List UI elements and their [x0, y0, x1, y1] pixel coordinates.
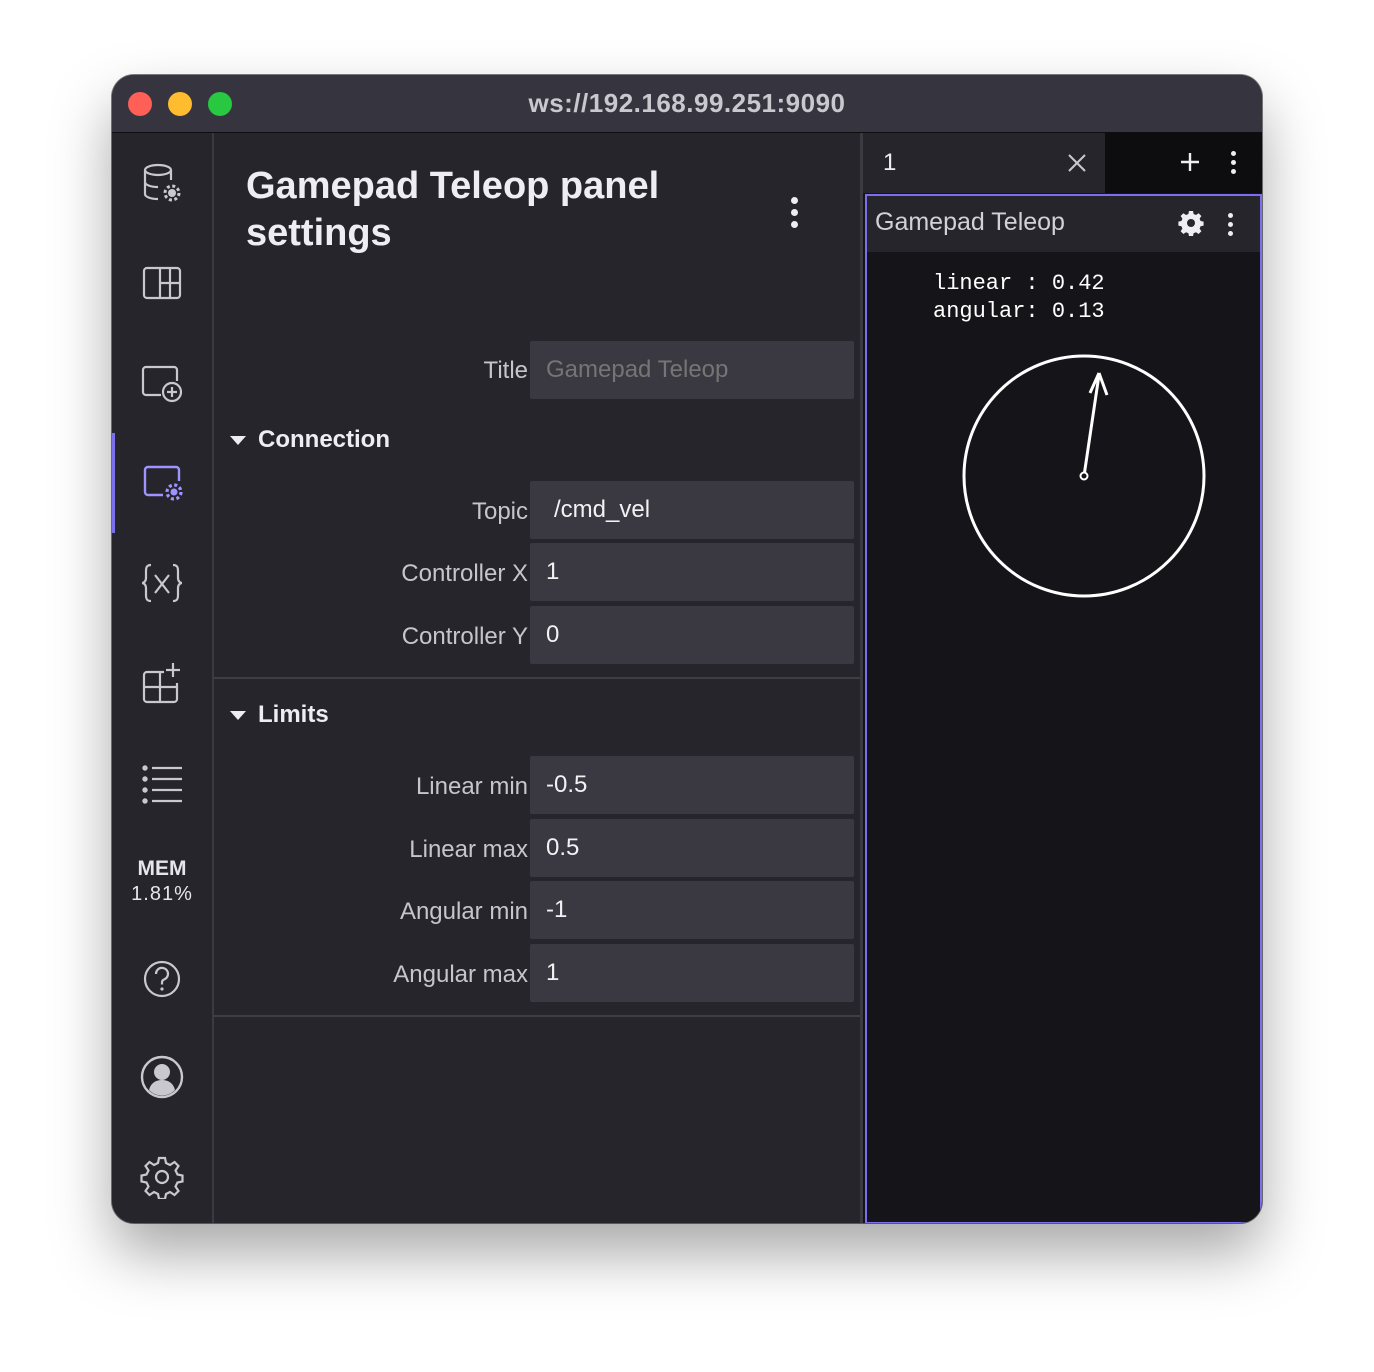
- sidebar-item-extensions[interactable]: [112, 643, 212, 723]
- connection-section-toggle[interactable]: Connection: [230, 426, 390, 454]
- sidebar-item-add-panel[interactable]: [112, 343, 212, 423]
- layout-icon: [142, 266, 182, 300]
- connection-heading: Connection: [258, 426, 390, 453]
- extensions-icon: [142, 663, 180, 704]
- panel-more-menu-button[interactable]: [1224, 210, 1236, 238]
- controller-x-input[interactable]: 1: [530, 543, 854, 601]
- sidebar-item-help[interactable]: [112, 939, 212, 1019]
- sidebar-item-variables[interactable]: [112, 543, 212, 623]
- topic-input[interactable]: /cmd_vel: [530, 481, 854, 539]
- sidebar-item-layouts[interactable]: [112, 243, 212, 323]
- add-tab-icon[interactable]: [1179, 151, 1201, 173]
- sidebar-item-account[interactable]: [112, 1037, 212, 1117]
- app-window: ws://192.168.99.251:9090 MEM 1.81% Gamep…: [112, 75, 1262, 1223]
- memory-indicator: MEM 1.81%: [112, 857, 212, 906]
- data-source-settings-icon: [143, 163, 181, 202]
- joystick-origin: [1079, 471, 1089, 481]
- joystick-pad[interactable]: [961, 353, 1207, 599]
- panel-settings-icon: [143, 465, 183, 501]
- controller-y-label: Controller Y: [401, 623, 528, 650]
- layout-tab-name: 1: [883, 149, 897, 176]
- topics-list-icon: [142, 765, 182, 804]
- section-divider: [214, 677, 860, 679]
- controller-x-label: Controller X: [401, 560, 528, 587]
- layout-area: 1 Gamepad Teleop linear: 0.42 angular: …: [863, 133, 1262, 1223]
- title-bar: ws://192.168.99.251:9090: [112, 75, 1262, 133]
- panel-settings-editor: Gamepad Teleop panel settings Title Conn…: [214, 133, 860, 1223]
- variables-icon: [141, 563, 183, 603]
- linear-value: 0.42: [1051, 271, 1105, 296]
- settings-gear-icon: [140, 1156, 184, 1199]
- angular-max-label: Angular max: [393, 961, 528, 988]
- angular-value: 0.13: [1051, 299, 1105, 324]
- layout-tab[interactable]: 1: [863, 133, 1105, 193]
- controller-y-input[interactable]: 0: [530, 606, 854, 664]
- sidebar-item-app-settings[interactable]: [112, 1137, 212, 1217]
- tab-more-menu-button[interactable]: [1227, 148, 1239, 176]
- close-tab-icon[interactable]: [1067, 153, 1087, 173]
- account-icon: [140, 1055, 184, 1099]
- linear-max-label: Linear max: [409, 836, 528, 863]
- caret-down-icon: [230, 435, 246, 445]
- mem-value: 1.81%: [131, 883, 193, 905]
- angular-min-input[interactable]: -1: [530, 881, 854, 939]
- sidebar-item-data-source[interactable]: [112, 143, 212, 223]
- sidebar: MEM 1.81%: [112, 133, 214, 1223]
- linear-min-label: Linear min: [415, 773, 528, 800]
- help-icon: [143, 960, 181, 998]
- panel-title: Gamepad Teleop: [875, 208, 1065, 236]
- limits-section-toggle[interactable]: Limits: [230, 701, 329, 729]
- angular-min-label: Angular min: [399, 898, 528, 925]
- settings-title: Gamepad Teleop panel settings: [246, 165, 660, 254]
- window-title: ws://192.168.99.251:9090: [528, 88, 846, 118]
- settings-more-menu-button[interactable]: [784, 195, 804, 229]
- add-panel-icon: [141, 365, 183, 403]
- linear-min-input[interactable]: -0.5: [530, 756, 854, 814]
- mem-label: MEM: [137, 857, 187, 880]
- angular-max-input[interactable]: 1: [530, 944, 854, 1002]
- linear-max-input[interactable]: 0.5: [530, 819, 854, 877]
- layout-tab-bar: 1: [863, 133, 1262, 193]
- topic-label: Topic: [471, 498, 528, 525]
- title-label: Title: [483, 357, 528, 384]
- sidebar-item-panel-settings[interactable]: [112, 433, 212, 533]
- gamepad-teleop-panel[interactable]: Gamepad Teleop linear : 0.42 angular: 0.…: [865, 194, 1262, 1223]
- panel-settings-gear-icon[interactable]: [1178, 210, 1204, 236]
- sidebar-item-topics[interactable]: [112, 743, 212, 823]
- section-divider: [214, 1015, 860, 1017]
- angular-label: angular:: [933, 299, 1039, 324]
- velocity-readout: linear : 0.42 angular: 0.13: [933, 270, 1105, 326]
- limits-heading: Limits: [258, 701, 329, 728]
- caret-down-icon: [230, 710, 246, 720]
- panel-toolbar: Gamepad Teleop: [867, 196, 1260, 252]
- title-input[interactable]: [530, 341, 854, 399]
- linear-label: linear :: [933, 271, 1039, 296]
